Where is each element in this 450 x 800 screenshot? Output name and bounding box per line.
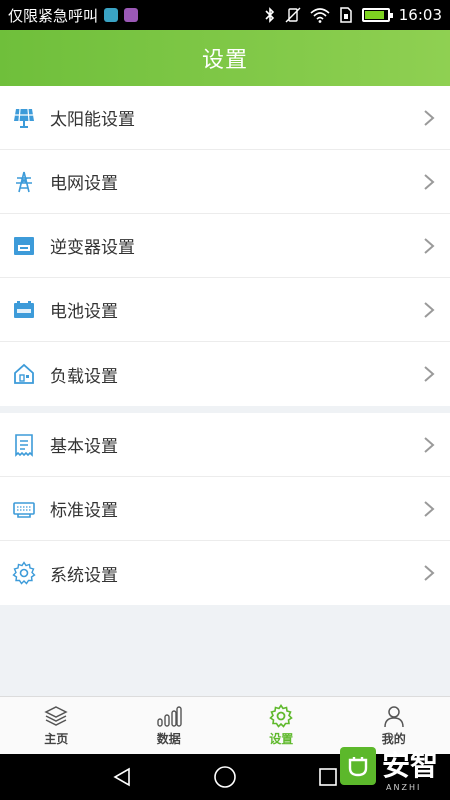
gear-icon [12, 561, 36, 585]
gear-icon [268, 704, 294, 728]
status-bar: 仅限紧急呼叫 16:03 [0, 0, 450, 30]
solar-panel-icon [12, 106, 36, 130]
standard-icon [12, 497, 36, 521]
battery-icon [12, 298, 36, 322]
watermark-text: 安智 [382, 749, 439, 782]
carrier-text: 仅限紧急呼叫 [8, 6, 99, 25]
chevron-right-icon [424, 565, 435, 581]
home-button[interactable] [212, 764, 238, 790]
page-title: 设置 [201, 48, 248, 73]
settings-item-label: 电网设置 [50, 174, 118, 194]
settings-item-label: 太阳能设置 [50, 110, 135, 130]
nav-label: 数据 [156, 732, 181, 746]
layers-icon [43, 704, 69, 728]
chevron-right-icon [424, 302, 435, 318]
nav-label: 设置 [269, 732, 294, 746]
settings-item-load[interactable]: 负载设置 [0, 342, 450, 406]
battery-icon [361, 8, 393, 22]
nav-tab-home[interactable]: 主页 [0, 697, 113, 754]
settings-item-system[interactable]: 系统设置 [0, 541, 450, 605]
settings-item-solar[interactable]: 太阳能设置 [0, 86, 450, 150]
chevron-right-icon [424, 174, 435, 190]
settings-item-inverter[interactable]: 逆变器设置 [0, 214, 450, 278]
person-icon [381, 704, 407, 728]
wifi-icon [310, 7, 330, 23]
battery-fill [364, 11, 385, 19]
settings-item-battery[interactable]: 电池设置 [0, 278, 450, 342]
chevron-right-icon [424, 366, 435, 382]
status-left: 仅限紧急呼叫 [8, 5, 139, 26]
settings-item-basic[interactable]: 基本设置 [0, 413, 450, 477]
settings-item-label: 标准设置 [50, 501, 118, 521]
nav-label: 主页 [44, 732, 69, 746]
app-notification-icon-2 [124, 8, 139, 22]
settings-item-label: 电池设置 [50, 302, 118, 322]
power-tower-icon [12, 170, 36, 194]
back-button[interactable] [109, 764, 135, 790]
settings-item-label: 基本设置 [50, 437, 118, 457]
recents-button[interactable] [315, 764, 341, 790]
chevron-right-icon [424, 437, 435, 453]
settings-item-standard[interactable]: 标准设置 [0, 477, 450, 541]
house-load-icon [12, 362, 36, 386]
document-icon [12, 433, 36, 457]
settings-group-power: 太阳能设置 电网设置 逆变器设置 电池设置 负载设置 [0, 86, 450, 406]
inverter-icon [12, 234, 36, 258]
settings-item-label: 系统设置 [50, 565, 118, 586]
nav-tab-data[interactable]: 数据 [113, 697, 226, 754]
settings-item-grid[interactable]: 电网设置 [0, 150, 450, 214]
chevron-right-icon [424, 501, 435, 517]
nav-tab-settings[interactable]: 设置 [225, 697, 338, 754]
settings-content: 太阳能设置 电网设置 逆变器设置 电池设置 负载设置 基本设置 标准设置 系统设… [0, 86, 450, 696]
chevron-right-icon [424, 238, 435, 254]
settings-item-label: 负载设置 [50, 366, 118, 387]
watermark-subtext: ANZHI [386, 783, 422, 792]
chevron-right-icon [424, 110, 435, 126]
settings-group-system: 基本设置 标准设置 系统设置 [0, 413, 450, 605]
anzhi-logo-icon [340, 747, 376, 785]
title-bar: 设置 [0, 30, 450, 86]
status-right: 16:03 [264, 6, 442, 24]
bluetooth-icon [264, 7, 276, 23]
bar-chart-icon [156, 704, 182, 728]
clock: 16:03 [398, 6, 442, 24]
sim-icon [339, 7, 353, 23]
settings-item-label: 逆变器设置 [50, 238, 135, 258]
vibrate-off-icon [285, 7, 301, 23]
app-notification-icon [104, 8, 119, 22]
